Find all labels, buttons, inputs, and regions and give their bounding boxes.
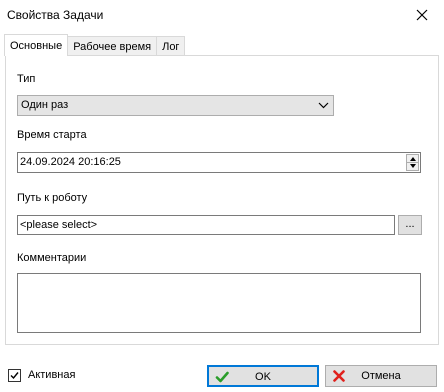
cancel-button-label: Отмена (361, 370, 401, 382)
robot-path-label: Путь к роботу (17, 192, 88, 204)
active-checkbox-label: Активная (28, 369, 76, 381)
close-icon (416, 9, 428, 21)
tab-main[interactable]: Основные (4, 34, 69, 56)
cancel-button[interactable]: Отмена (325, 365, 437, 387)
spin-up-icon[interactable] (410, 157, 416, 161)
start-time-value: 24.09.2024 20:16:25 (20, 156, 121, 168)
browse-button[interactable]: ... (398, 215, 422, 235)
tab-label: Основные (10, 39, 63, 52)
robot-path-field[interactable]: <please select> (17, 215, 395, 235)
tab-strip: Основные Рабочее время Лог (4, 34, 186, 56)
spin-divider (407, 162, 418, 163)
title-bar: Свойства Задачи (0, 0, 444, 30)
checkmark-icon (10, 372, 19, 380)
comments-textarea[interactable] (17, 273, 421, 333)
comments-label: Комментарии (17, 252, 87, 264)
spin-down-icon[interactable] (410, 164, 416, 168)
start-time-label: Время старта (17, 129, 87, 141)
chevron-down-icon (318, 102, 329, 109)
type-select-value: Один раз (21, 99, 69, 111)
active-checkbox[interactable] (8, 369, 21, 382)
type-select[interactable]: Один раз (17, 95, 334, 116)
tab-log[interactable]: Лог (156, 36, 186, 56)
type-label: Тип (17, 73, 36, 85)
window-title: Свойства Задачи (7, 8, 104, 22)
tab-working-time[interactable]: Рабочее время (67, 36, 158, 56)
close-button[interactable] (400, 0, 444, 30)
robot-path-value: <please select> (20, 219, 98, 231)
start-time-picker[interactable]: 24.09.2024 20:16:25 (17, 152, 421, 173)
ok-button[interactable]: OK (207, 365, 319, 387)
tab-label: Лог (162, 40, 180, 53)
tab-label: Рабочее время (73, 40, 152, 53)
spin-buttons[interactable] (406, 154, 419, 171)
ok-button-label: OK (255, 371, 271, 383)
